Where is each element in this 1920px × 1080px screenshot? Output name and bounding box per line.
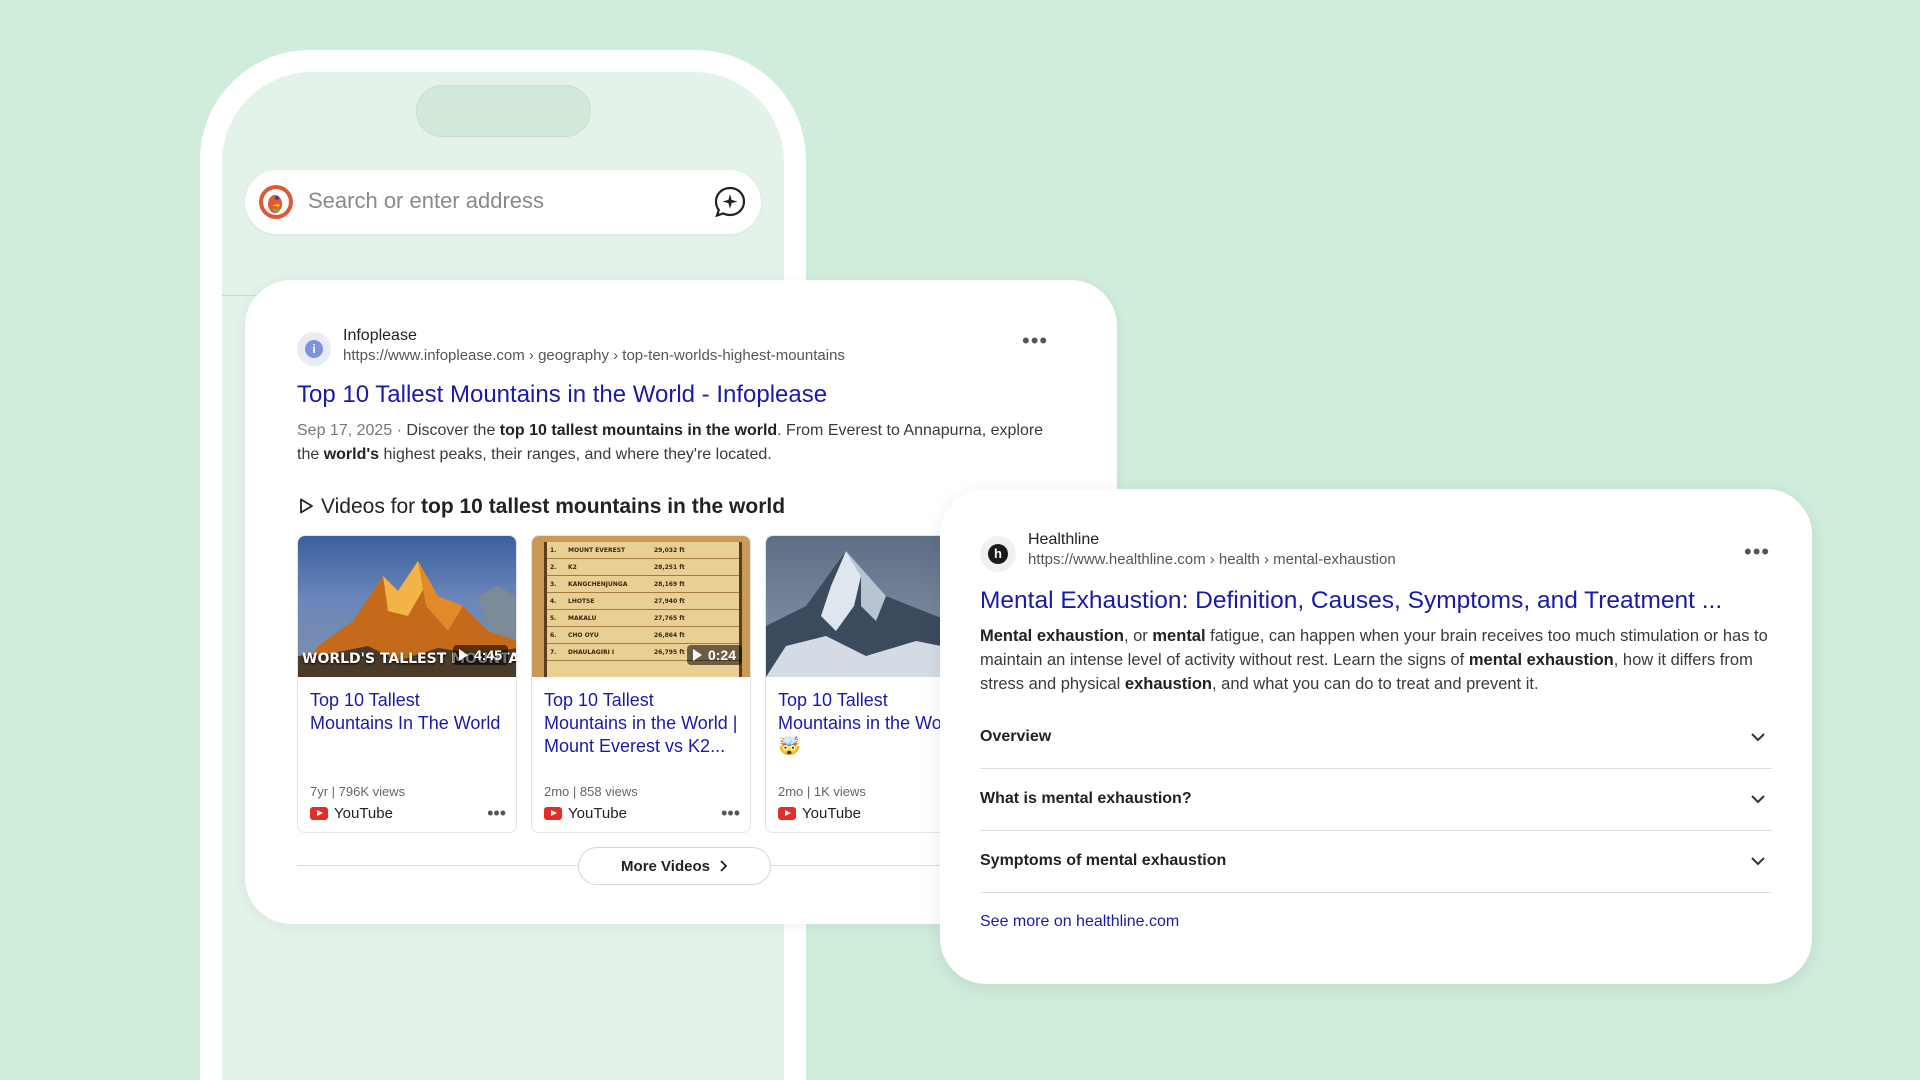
source-name: Infoplease [343,327,417,344]
source-url[interactable]: https://www.infoplease.com › geography ›… [343,347,845,364]
accordion-item-overview[interactable]: Overview [980,707,1772,769]
videos-heading: Videos for top 10 tallest mountains in t… [297,495,785,519]
more-options-icon[interactable]: ••• [1022,330,1048,352]
thumbnail-row-height: 28,251 ft [654,563,685,571]
youtube-icon [310,807,328,820]
video-duration: 4:45 [452,645,508,665]
video-source: YouTube [544,805,627,822]
source-name: Healthline [1028,531,1100,548]
video-source: YouTube [778,805,861,822]
thumbnail-row-name: K2 [568,563,577,571]
video-card[interactable]: WORLD'S TALLEST MOUNTAINS 4:45 Top 10 Ta… [297,535,517,833]
result-source[interactable]: i Infoplease https://www.infoplease.com … [297,327,1065,367]
thumbnail-row-number: 3. [550,580,557,588]
chevron-down-icon [1751,795,1765,804]
more-videos-button[interactable]: More Videos [578,847,771,885]
chevron-right-icon [720,860,728,872]
see-more-link[interactable]: See more on healthline.com [980,913,1179,931]
thumbnail-table-row: 2. K2 28,251 ft [547,559,739,576]
thumbnail-table-row: 4. LHOTSE 27,940 ft [547,593,739,610]
thumbnail-table-row: 3. KANGCHENJUNGA 28,169 ft [547,576,739,593]
play-icon [692,649,702,661]
thumbnail-row-name: CHO OYU [568,631,599,639]
play-icon [458,649,468,661]
thumbnail-row-number: 5. [550,614,557,622]
thumbnail-table-row: 5. MAKALU 27,765 ft [547,610,739,627]
video-meta: 2mo | 1K views [778,784,866,799]
youtube-icon [544,807,562,820]
thumbnail-table-row: 1. MOUNT EVEREST 29,032 ft [547,542,739,559]
result-snippet: Sep 17, 2025 · Discover the top 10 talle… [297,422,1044,463]
video-thumbnail[interactable]: WORLD'S TALLEST MOUNTAINS 4:45 [298,536,516,677]
video-meta: 7yr | 796K views [310,784,406,799]
thumbnail-row-height: 26,795 ft [654,648,685,656]
result-title-link[interactable]: Top 10 Tallest Mountains in the World - … [297,381,827,409]
search-result-card-healthline: h Healthline https://www.healthline.com … [940,489,1812,984]
accordion-item-symptoms[interactable]: Symptoms of mental exhaustion [980,831,1772,893]
video-meta: 2mo | 858 views [544,784,638,799]
video-duration: 0:24 [686,645,742,665]
thumbnail-row-name: MAKALU [568,614,597,622]
video-card[interactable]: 1. MOUNT EVEREST 29,032 ft 2. K2 28,251 ft 3. K… [531,535,751,833]
thumbnail-row-height: 27,765 ft [654,614,685,622]
ai-chat-icon[interactable] [713,185,747,219]
thumbnail-row-height: 26,864 ft [654,631,685,639]
video-source: YouTube [310,805,393,822]
source-url[interactable]: https://www.healthline.com › health › me… [1028,551,1396,568]
result-date: Sep 17, 2025 [297,422,393,439]
thumbnail-row-number: 1. [550,546,557,554]
result-source[interactable]: h Healthline https://www.healthline.com … [980,531,1772,572]
video-title[interactable]: Top 10 Tallest Mountains In The World [310,689,506,735]
thumbnail-row-height: 29,032 ft [654,546,685,554]
thumbnail-row-number: 7. [550,648,557,656]
healthline-favicon-icon: h [980,536,1016,572]
address-bar[interactable]: Search or enter address [245,170,761,234]
thumbnail-row-height: 28,169 ft [654,580,685,588]
thumbnail-row-number: 2. [550,563,557,571]
chevron-down-icon [1751,857,1765,866]
duckduckgo-logo-icon [259,185,293,219]
play-outline-icon [300,498,313,514]
result-title-link[interactable]: Mental Exhaustion: Definition, Causes, S… [980,587,1722,615]
thumbnail-row-name: DHAULAGIRI I [568,648,615,656]
thumbnail-table-row: 6. CHO OYU 26,864 ft [547,627,739,644]
more-options-icon[interactable]: ••• [1744,541,1770,563]
thumbnail-row-name: LHOTSE [568,597,595,605]
thumbnail-row-number: 6. [550,631,557,639]
thumbnail-row-name: KANGCHENJUNGA [568,580,628,588]
thumbnail-row-height: 27,940 ft [654,597,685,605]
thumbnail-row-number: 4. [550,597,557,605]
video-thumbnail[interactable]: 1. MOUNT EVEREST 29,032 ft 2. K2 28,251 ft 3. K… [532,536,750,677]
search-input[interactable]: Search or enter address [308,188,544,214]
phone-notch [416,85,591,137]
chevron-down-icon [1751,733,1765,742]
infoplease-favicon-icon: i [297,332,331,366]
youtube-icon [778,807,796,820]
video-more-icon[interactable]: ••• [487,804,506,822]
video-title[interactable]: Top 10 Tallest Mountains in the World | … [544,689,740,758]
video-more-icon[interactable]: ••• [721,804,740,822]
thumbnail-row-name: MOUNT EVEREST [568,546,626,554]
accordion-item-what-is[interactable]: What is mental exhaustion? [980,769,1772,831]
result-snippet: Mental exhaustion, or mental fatigue, ca… [980,627,1768,693]
